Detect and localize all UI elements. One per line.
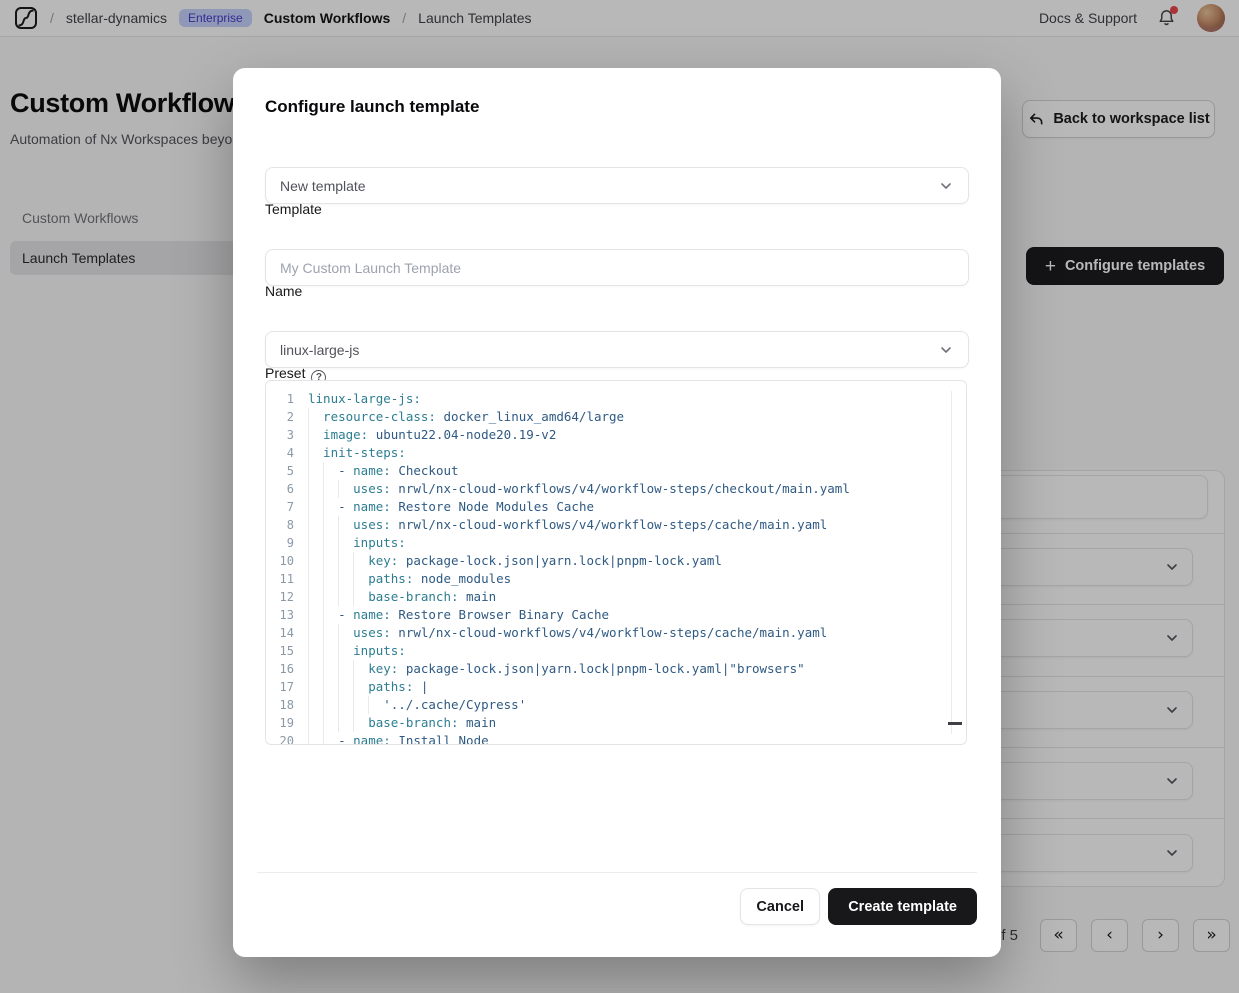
code-line: 9inputs:	[266, 534, 966, 552]
code-lines: 1linux-large-js:2resource-class: docker_…	[266, 390, 966, 745]
line-number: 17	[266, 678, 308, 696]
code-line: 14uses: nrwl/nx-cloud-workflows/v4/workf…	[266, 624, 966, 642]
name-input-value: My Custom Launch Template	[280, 260, 461, 276]
line-number: 9	[266, 534, 308, 552]
line-number: 14	[266, 624, 308, 642]
line-number: 12	[266, 588, 308, 606]
code-line: 4init-steps:	[266, 444, 966, 462]
code-line: 20- name: Install Node	[266, 732, 966, 745]
code-line: 19base-branch: main	[266, 714, 966, 732]
line-number: 11	[266, 570, 308, 588]
line-number: 19	[266, 714, 308, 732]
code-line: 12base-branch: main	[266, 588, 966, 606]
modal-footer: Cancel Create template	[740, 888, 977, 925]
code-line: 11paths: node_modules	[266, 570, 966, 588]
code-line: 5- name: Checkout	[266, 462, 966, 480]
cancel-button[interactable]: Cancel	[740, 888, 820, 925]
configure-launch-template-modal: Configure launch template Template New t…	[233, 68, 1001, 957]
preset-select-value: linux-large-js	[280, 342, 359, 358]
preset-select[interactable]: linux-large-js	[265, 331, 969, 368]
line-number: 7	[266, 498, 308, 516]
line-number: 5	[266, 462, 308, 480]
line-number: 10	[266, 552, 308, 570]
code-line: 8uses: nrwl/nx-cloud-workflows/v4/workfl…	[266, 516, 966, 534]
create-template-button[interactable]: Create template	[828, 888, 977, 925]
modal-title: Configure launch template	[265, 97, 479, 117]
code-line: 7- name: Restore Node Modules Cache	[266, 498, 966, 516]
chevron-down-icon	[938, 342, 954, 358]
app-window: / stellar-dynamics Enterprise Custom Wor…	[0, 0, 1239, 993]
code-line: 2resource-class: docker_linux_amd64/larg…	[266, 408, 966, 426]
line-number: 4	[266, 444, 308, 462]
footer-divider	[257, 872, 977, 873]
editor-scrollbar-track	[951, 391, 952, 734]
line-number: 8	[266, 516, 308, 534]
editor-scroll-thumb[interactable]	[948, 722, 962, 725]
code-line: 17paths: |	[266, 678, 966, 696]
line-number: 16	[266, 660, 308, 678]
code-line: 16key: package-lock.json|yarn.lock|pnpm-…	[266, 660, 966, 678]
line-number: 15	[266, 642, 308, 660]
code-line: 18'../.cache/Cypress'	[266, 696, 966, 714]
name-input[interactable]: My Custom Launch Template	[265, 249, 969, 286]
template-select-value: New template	[280, 178, 366, 194]
yaml-editor[interactable]: 1linux-large-js:2resource-class: docker_…	[265, 380, 967, 745]
code-line: 13- name: Restore Browser Binary Cache	[266, 606, 966, 624]
line-number: 6	[266, 480, 308, 498]
template-select[interactable]: New template	[265, 167, 969, 204]
code-line: 15inputs:	[266, 642, 966, 660]
line-number: 20	[266, 732, 308, 745]
code-line: 10key: package-lock.json|yarn.lock|pnpm-…	[266, 552, 966, 570]
code-line: 3image: ubuntu22.04-node20.19-v2	[266, 426, 966, 444]
chevron-down-icon	[938, 178, 954, 194]
line-number: 3	[266, 426, 308, 444]
code-line: 1linux-large-js:	[266, 390, 966, 408]
code-line: 6uses: nrwl/nx-cloud-workflows/v4/workfl…	[266, 480, 966, 498]
line-number: 2	[266, 408, 308, 426]
line-number: 1	[266, 390, 308, 408]
line-number: 13	[266, 606, 308, 624]
line-number: 18	[266, 696, 308, 714]
